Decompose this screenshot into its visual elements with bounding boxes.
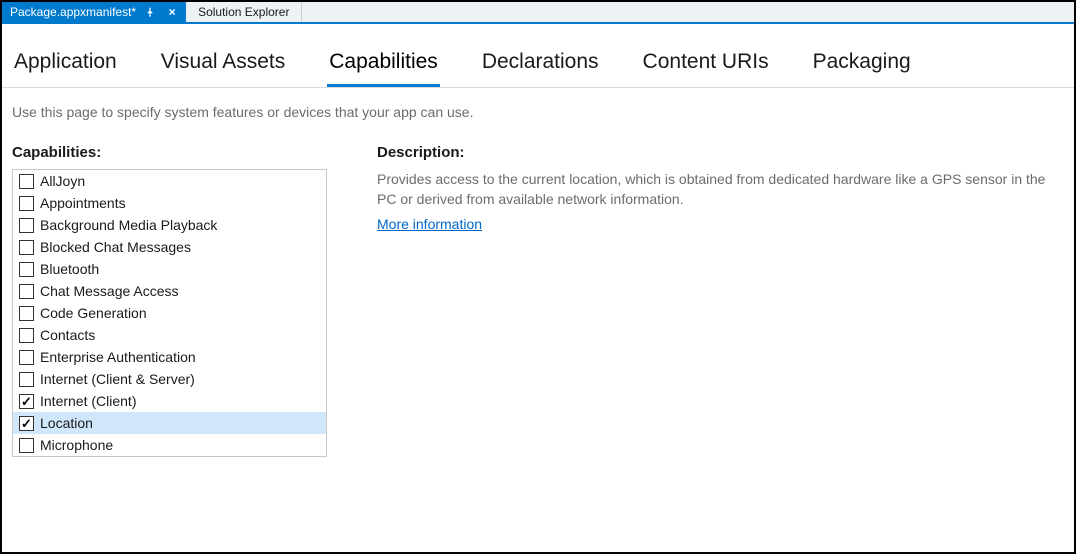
capability-row[interactable]: Appointments: [13, 192, 326, 214]
manifest-nav-tabs: Application Visual Assets Capabilities Decl…: [2, 24, 1074, 88]
capability-label: Microphone: [40, 437, 113, 453]
nav-tab-packaging[interactable]: Packaging: [811, 44, 913, 87]
document-tab-bar: Package.appxmanifest* × Solution Explore…: [2, 2, 1074, 24]
capabilities-list: AllJoyn Appointments Background Media Play…: [12, 169, 327, 457]
page-help-text: Use this page to specify system features…: [2, 88, 1074, 130]
capability-checkbox[interactable]: [19, 328, 34, 343]
tab-solution-explorer[interactable]: Solution Explorer: [186, 2, 302, 22]
tab-label: Solution Explorer: [198, 5, 289, 19]
capability-label: Contacts: [40, 327, 95, 343]
capability-label: Internet (Client): [40, 393, 136, 409]
pin-icon[interactable]: [142, 4, 158, 20]
capability-checkbox[interactable]: [19, 262, 34, 277]
capability-row[interactable]: Chat Message Access: [13, 280, 326, 302]
capability-row[interactable]: Microphone: [13, 434, 326, 456]
capability-label: Location: [40, 415, 93, 431]
capability-checkbox[interactable]: [19, 394, 34, 409]
capability-row[interactable]: Internet (Client & Server): [13, 368, 326, 390]
capability-label: Bluetooth: [40, 261, 99, 277]
capability-checkbox[interactable]: [19, 372, 34, 387]
capability-row[interactable]: Background Media Playback: [13, 214, 326, 236]
capability-label: Appointments: [40, 195, 126, 211]
capabilities-column: Capabilities: AllJoyn Appointments Backgro…: [12, 144, 327, 457]
capability-label: Background Media Playback: [40, 217, 217, 233]
description-body: Provides access to the current location,…: [377, 169, 1064, 210]
capability-row[interactable]: Internet (Client): [13, 390, 326, 412]
capability-row[interactable]: Location: [13, 412, 326, 434]
capability-row[interactable]: Bluetooth: [13, 258, 326, 280]
capability-checkbox[interactable]: [19, 240, 34, 255]
capability-label: AllJoyn: [40, 173, 85, 189]
capability-checkbox[interactable]: [19, 438, 34, 453]
more-information-link[interactable]: More information: [377, 216, 482, 232]
capability-row[interactable]: Enterprise Authentication: [13, 346, 326, 368]
nav-tab-application[interactable]: Application: [12, 44, 119, 87]
capability-checkbox[interactable]: [19, 218, 34, 233]
tab-package-appxmanifest[interactable]: Package.appxmanifest* ×: [2, 2, 186, 22]
nav-tab-visual-assets[interactable]: Visual Assets: [159, 44, 288, 87]
capability-checkbox[interactable]: [19, 284, 34, 299]
capabilities-heading: Capabilities:: [12, 144, 327, 161]
capability-checkbox[interactable]: [19, 196, 34, 211]
capability-row[interactable]: Blocked Chat Messages: [13, 236, 326, 258]
capability-label: Chat Message Access: [40, 283, 179, 299]
capability-checkbox[interactable]: [19, 306, 34, 321]
capability-label: Internet (Client & Server): [40, 371, 195, 387]
capability-row[interactable]: Contacts: [13, 324, 326, 346]
capability-label: Blocked Chat Messages: [40, 239, 191, 255]
nav-tab-content-uris[interactable]: Content URIs: [641, 44, 771, 87]
capability-checkbox[interactable]: [19, 416, 34, 431]
nav-tab-declarations[interactable]: Declarations: [480, 44, 601, 87]
capability-row[interactable]: Code Generation: [13, 302, 326, 324]
close-icon[interactable]: ×: [164, 4, 180, 20]
tab-label: Package.appxmanifest*: [10, 5, 136, 19]
capability-row[interactable]: AllJoyn: [13, 170, 326, 192]
capability-checkbox[interactable]: [19, 174, 34, 189]
content-area: Capabilities: AllJoyn Appointments Backgro…: [2, 130, 1074, 457]
capability-checkbox[interactable]: [19, 350, 34, 365]
capability-label: Code Generation: [40, 305, 147, 321]
capability-label: Enterprise Authentication: [40, 349, 196, 365]
description-heading: Description:: [377, 144, 1064, 161]
description-column: Description: Provides access to the curr…: [377, 144, 1064, 457]
nav-tab-capabilities[interactable]: Capabilities: [327, 44, 440, 87]
